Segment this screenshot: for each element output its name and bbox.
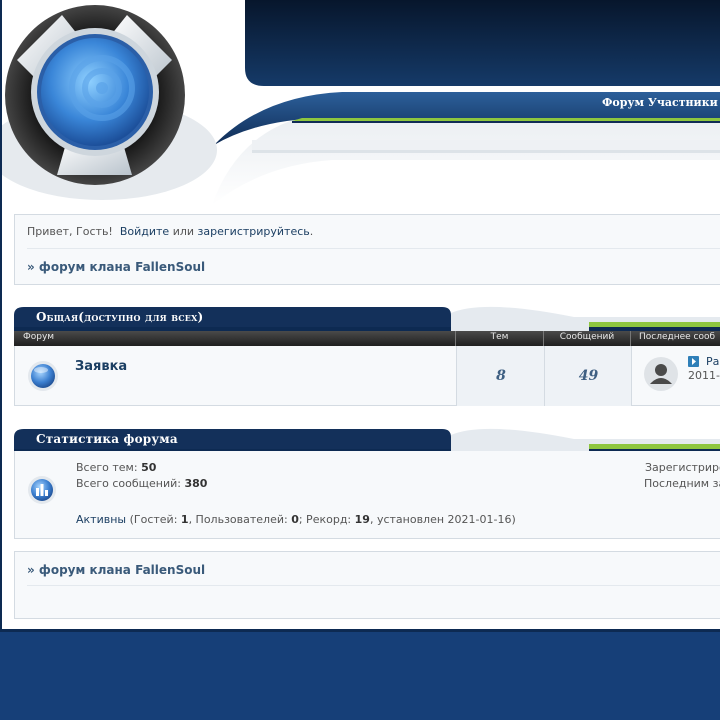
greeting-line: Привет, Гость! Войдите или зарегистрируй… — [27, 225, 314, 238]
total-posts: Всего сообщений: 380 — [76, 477, 208, 490]
last-registered: Последним за — [644, 477, 720, 490]
divider — [27, 248, 720, 249]
registered-users: Зарегистриро — [645, 461, 720, 474]
column-last-post: Последнее сооб — [639, 332, 716, 342]
header: Форум Участники — [2, 0, 720, 205]
posts-cell: 49 — [544, 346, 632, 406]
last-post-cell: Рас 2011-0 — [631, 346, 720, 406]
last-post-link[interactable]: Рас — [706, 355, 720, 368]
active-users-line: Активны (Гостей: 1, Пользователей: 0; Ре… — [76, 513, 516, 526]
orb-logo-icon — [2, 5, 217, 200]
stats-title: Статистика форума — [36, 432, 178, 446]
header-nav-text[interactable]: Форум Участники — [602, 96, 718, 109]
user-avatar-icon[interactable] — [643, 356, 679, 392]
topics-count: 8 — [496, 368, 506, 384]
welcome-box: Привет, Гость! Войдите или зарегистрируй… — [14, 214, 720, 285]
breadcrumb[interactable]: » форум клана FallenSoul — [27, 260, 205, 274]
column-forum: Форум — [23, 332, 55, 342]
forum-status-orb-icon — [28, 361, 58, 391]
forum-link-zayavka[interactable]: Заявка — [75, 359, 127, 374]
greeting-text: Привет, Гость! — [27, 225, 113, 238]
register-link[interactable]: зарегистрируйтесь — [198, 225, 310, 238]
topics-cell: 8 — [456, 346, 545, 406]
column-posts: Сообщений — [559, 332, 615, 342]
total-topics: Всего тем: 50 — [76, 461, 157, 474]
posts-count: 49 — [578, 368, 599, 384]
stats-header: Статистика форума — [14, 421, 720, 453]
table-row: Заявка 8 49 Рас 2011-0 — [14, 346, 720, 406]
footer-breadcrumb[interactable]: » форум клана FallenSoul — [27, 563, 205, 577]
login-link[interactable]: Войдите — [120, 225, 169, 238]
divider — [27, 585, 720, 586]
statistics-icon — [28, 476, 56, 504]
or-text: или — [172, 225, 195, 238]
active-users-link[interactable]: Активны — [76, 513, 126, 526]
stats-box: Всего тем: 50 Всего сообщений: 380 Зарег… — [14, 451, 720, 539]
page: Форум Участники Привет, Гость! Войдите и… — [0, 0, 720, 632]
footer-nav: » форум клана FallenSoul — [14, 551, 720, 619]
category-header: Общая(доступно для всех) — [14, 299, 720, 331]
column-topics: Тем — [490, 332, 509, 342]
category-title[interactable]: Общая(доступно для всех) — [36, 310, 203, 324]
column-divider — [630, 331, 631, 346]
last-post-date: 2011-0 — [688, 369, 720, 382]
go-to-post-icon[interactable] — [688, 356, 699, 367]
column-headers: Форум Тем Сообщений Последнее сооб — [14, 331, 720, 346]
